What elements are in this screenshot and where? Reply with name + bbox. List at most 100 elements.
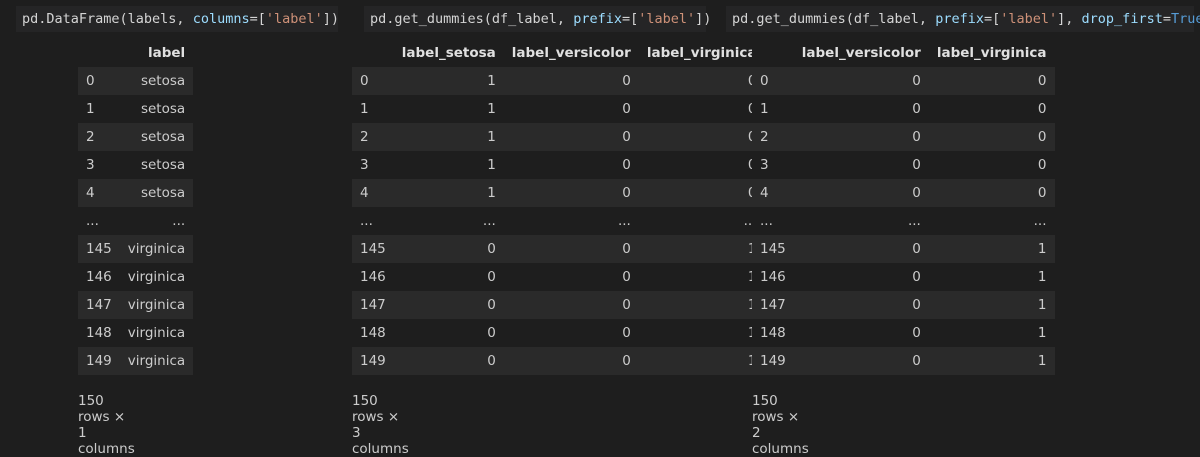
table-row: 1 1 0 0 — [352, 95, 765, 123]
table-cell: virginica — [127, 325, 186, 341]
code-keyword: prefix — [573, 11, 622, 27]
row-index: 145 — [86, 241, 112, 257]
table-row: ...... — [78, 207, 194, 235]
row-index: 146 — [760, 269, 786, 285]
code-text: pd.get_dummies(df_label, — [370, 11, 574, 27]
table-row: 0 1 0 0 — [352, 67, 765, 95]
column-header: label_versicolor — [793, 39, 929, 67]
table-row: 146 0 0 1 — [352, 263, 765, 291]
table-row: 145 0 1 — [752, 235, 1055, 263]
row-index: 149 — [86, 353, 112, 369]
table-cell: 1 — [747, 241, 757, 257]
table-shape-footer: 150 rows × 3 columns — [352, 393, 409, 457]
code-text: ]) — [322, 11, 340, 27]
row-index: 147 — [760, 297, 786, 313]
table-row: 2 setosa — [78, 123, 194, 151]
table-cell: 0 — [1037, 157, 1047, 173]
table-row: 147 0 0 1 — [352, 291, 765, 319]
code-string: 'label' — [638, 11, 696, 27]
table-row: 3 0 0 — [752, 151, 1055, 179]
table-row: 4 setosa — [78, 179, 194, 207]
table-cell: 0 — [912, 73, 921, 89]
code-keyword: drop_first — [1081, 11, 1163, 27]
column-header: label_versicolor — [503, 39, 639, 67]
code-cell-get-dummies[interactable]: pd.get_dummies(df_label, prefix=['label'… — [364, 6, 711, 32]
table-row: 3 setosa — [78, 151, 194, 179]
table-cell: 1 — [1037, 269, 1047, 285]
row-index: 147 — [360, 297, 386, 313]
row-index: 3 — [360, 157, 369, 173]
table-cell: 0 — [912, 353, 921, 369]
table-row: 149 0 0 1 — [352, 347, 765, 375]
row-index: 0 — [360, 73, 369, 89]
table-cell: ... — [482, 213, 496, 229]
code-cell-dataframe[interactable]: pd.DataFrame(labels, columns=['label']) — [16, 6, 340, 32]
table-row: ......... — [752, 207, 1055, 235]
code-keyword: prefix — [935, 11, 984, 27]
code-cell-get-dummies-drop-first[interactable]: pd.get_dummies(df_label, prefix=['label'… — [726, 6, 1200, 32]
table-row: 0 setosa — [78, 67, 194, 95]
table-row: ............ — [352, 207, 765, 235]
code-text: =[ — [983, 11, 1001, 27]
code-text: ]) — [695, 11, 712, 27]
table-cell: 0 — [487, 353, 496, 369]
code-text: =[ — [621, 11, 639, 27]
table-cell: 0 — [1037, 129, 1047, 145]
table-cell: 1 — [1037, 353, 1047, 369]
row-index: 4 — [760, 185, 769, 201]
row-index: ... — [760, 213, 773, 229]
row-index: 148 — [360, 325, 386, 341]
table-cell: 1 — [487, 185, 496, 201]
table-row: 149 0 1 — [752, 347, 1055, 375]
table-row: 0 0 0 — [752, 67, 1055, 95]
code-string: 'label' — [1000, 11, 1058, 27]
table-cell: 0 — [912, 185, 921, 201]
row-index: 148 — [86, 325, 112, 341]
table-row: 146 0 1 — [752, 263, 1055, 291]
table-cell: 0 — [487, 297, 496, 313]
table-cell: 0 — [747, 185, 757, 201]
table-cell: setosa — [140, 73, 186, 89]
table-cell: 0 — [487, 241, 496, 257]
table-cell: 0 — [1037, 185, 1047, 201]
table-cell: 1 — [1037, 241, 1047, 257]
table-row: 146 virginica — [78, 263, 194, 291]
dataframe-table: label 0 setosa 1 setosa 2 setosa 3 setosa 4 setosa… — [78, 39, 194, 375]
row-index: 4 — [360, 185, 369, 201]
row-index: ... — [360, 213, 373, 229]
row-index: 2 — [360, 129, 369, 145]
table-cell: 0 — [912, 241, 921, 257]
table-cell: 0 — [912, 297, 921, 313]
dummies-drop-first-table: label_versicolor label_virginica 0 0 0 1 0 0 2 0 0… — [752, 39, 1055, 375]
table-row: 1 setosa — [78, 95, 194, 123]
table-cell: virginica — [127, 269, 186, 285]
table-row: 4 0 0 — [752, 179, 1055, 207]
table-cell: 1 — [747, 353, 757, 369]
table-row: 3 1 0 0 — [352, 151, 765, 179]
row-index: 2 — [86, 129, 95, 145]
dummies-table: label_setosa label_versicolor label_virgin… — [352, 39, 765, 375]
row-index: 145 — [760, 241, 786, 257]
index-header — [352, 39, 394, 67]
table-cell: ... — [907, 213, 921, 229]
table-cell: ... — [743, 213, 757, 229]
row-index: 1 — [760, 101, 769, 117]
code-text: ], — [1057, 11, 1082, 27]
table-row: 2 1 0 0 — [352, 123, 765, 151]
code-string: 'label' — [265, 11, 323, 27]
code-text: pd.DataFrame(labels, — [22, 11, 193, 27]
table-cell: 0 — [622, 297, 631, 313]
table-row: 147 virginica — [78, 291, 194, 319]
table-cell: 0 — [747, 101, 757, 117]
column-header: label_setosa — [393, 39, 504, 67]
table-cell: setosa — [140, 185, 186, 201]
row-index: 3 — [760, 157, 769, 173]
table-cell: 0 — [622, 269, 631, 285]
code-keyword: columns — [192, 11, 250, 27]
table-cell: 1 — [487, 101, 496, 117]
index-header — [78, 39, 120, 67]
row-index: 149 — [360, 353, 386, 369]
table-cell: 0 — [622, 129, 631, 145]
table-row: 145 virginica — [78, 235, 194, 263]
table-cell: setosa — [140, 157, 186, 173]
